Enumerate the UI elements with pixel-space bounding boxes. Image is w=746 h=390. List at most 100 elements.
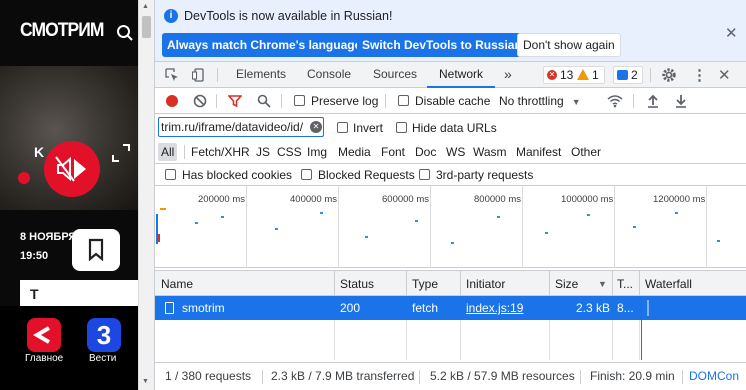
card-text: Т (30, 286, 39, 302)
more-tabs-icon[interactable]: » (504, 62, 512, 88)
import-har-icon[interactable] (646, 94, 660, 108)
third-party-label[interactable]: 3rd-party requests (436, 168, 533, 182)
column-divider[interactable] (612, 271, 613, 297)
type-js[interactable]: JS (256, 145, 270, 159)
column-divider[interactable] (549, 271, 550, 297)
timeline-dot (415, 220, 418, 222)
tab-console[interactable]: Console (307, 62, 351, 88)
timeline-dot (675, 212, 678, 214)
col-type[interactable]: Type (412, 271, 438, 297)
type-all[interactable]: All (158, 143, 178, 161)
app-glavnoe-label[interactable]: Главное (25, 353, 63, 364)
export-har-icon[interactable] (674, 94, 688, 108)
column-divider (549, 320, 550, 360)
clear-icon[interactable] (193, 94, 207, 108)
type-css[interactable]: CSS (277, 145, 302, 159)
more-options-icon[interactable]: ⋮ (692, 66, 707, 84)
warning-icon (577, 69, 589, 80)
has-blocked-cookies-checkbox[interactable] (165, 169, 176, 180)
tab-elements[interactable]: Elements (236, 62, 286, 88)
language-banner: i DevTools is now available in Russian! … (155, 0, 746, 62)
column-divider (639, 320, 640, 360)
filter-icon[interactable] (228, 94, 242, 108)
preserve-log-label[interactable]: Preserve log (311, 94, 378, 108)
page-scrollbar[interactable]: ▲ ▼ (138, 0, 154, 390)
close-devtools-icon[interactable]: ✕ (718, 66, 731, 84)
invert-label[interactable]: Invert (353, 121, 383, 135)
type-ws[interactable]: WS (446, 145, 465, 159)
gear-icon[interactable] (661, 67, 677, 83)
col-initiator[interactable]: Initiator (466, 271, 505, 297)
network-conditions-icon[interactable] (607, 93, 623, 109)
info-icon: i (164, 9, 178, 23)
search-icon[interactable] (257, 94, 271, 108)
record-icon[interactable] (166, 95, 178, 107)
col-size[interactable]: Size (555, 271, 578, 297)
dont-show-again-button[interactable]: Don't show again (517, 33, 621, 57)
network-toolbar: Preserve log Disable cache No throttling… (155, 88, 746, 114)
bookmark-button[interactable] (72, 229, 120, 271)
timeline-bar (160, 208, 166, 210)
column-divider[interactable] (460, 271, 461, 297)
type-fetch-xhr[interactable]: Fetch/XHR (191, 145, 250, 159)
messages-counter[interactable]: 2 (613, 66, 643, 84)
column-divider[interactable] (639, 271, 640, 297)
tab-network[interactable]: Network (427, 62, 496, 88)
timeline-overview[interactable]: 200000 ms 400000 ms 600000 ms 800000 ms … (155, 186, 746, 268)
clear-filter-icon[interactable]: ✕ (310, 121, 322, 133)
type-manifest[interactable]: Manifest (516, 145, 561, 159)
third-party-checkbox[interactable] (419, 169, 430, 180)
inspect-element-icon[interactable] (165, 68, 179, 82)
throttling-select[interactable]: No throttling ▼ (499, 94, 581, 108)
table-row[interactable]: smotrim 200 fetch index.js:19 2.3 kB 8..… (155, 296, 746, 320)
preserve-log-checkbox[interactable] (294, 95, 305, 106)
disable-cache-label[interactable]: Disable cache (415, 94, 490, 108)
switch-devtools-russian-button[interactable]: Switch DevTools to Russian (357, 33, 527, 57)
type-doc[interactable]: Doc (415, 145, 436, 159)
search-icon[interactable] (116, 24, 134, 42)
col-name[interactable]: Name (161, 271, 193, 297)
col-time[interactable]: T... (617, 271, 633, 297)
filter-input[interactable]: trim.ru/iframe/datavideo/id/ ✕ (158, 117, 324, 137)
blocked-requests-checkbox[interactable] (301, 169, 312, 180)
sort-descending-icon: ▼ (598, 279, 607, 289)
tab-sources[interactable]: Sources (373, 62, 417, 88)
fullscreen-icon[interactable] (110, 142, 132, 164)
type-wasm[interactable]: Wasm (473, 145, 507, 159)
column-divider[interactable] (406, 271, 407, 297)
disable-cache-checkbox[interactable] (398, 95, 409, 106)
hide-data-urls-label[interactable]: Hide data URLs (412, 121, 497, 135)
row-initiator-link[interactable]: index.js:19 (466, 296, 523, 320)
has-blocked-cookies-label[interactable]: Has blocked cookies (182, 168, 292, 182)
invert-checkbox[interactable] (337, 122, 348, 133)
resource-type-filter: All Fetch/XHR JS CSS Img Media Font Doc … (155, 140, 746, 164)
col-waterfall[interactable]: Waterfall (645, 271, 692, 297)
content-card[interactable]: Т (20, 280, 138, 306)
play-button[interactable] (44, 141, 100, 197)
type-other[interactable]: Other (571, 145, 601, 159)
app-vesti-icon[interactable]: 3 (87, 318, 121, 352)
type-media[interactable]: Media (338, 145, 371, 159)
column-divider[interactable] (334, 271, 335, 297)
app-vesti-label[interactable]: Вести (89, 353, 116, 364)
type-font[interactable]: Font (381, 145, 405, 159)
col-status[interactable]: Status (340, 271, 374, 297)
issues-counter[interactable]: ✕ 13 1 (543, 66, 605, 84)
scroll-up-icon[interactable]: ▲ (142, 3, 149, 10)
scroll-down-icon[interactable]: ▼ (142, 378, 149, 385)
timeline-gridline (522, 186, 523, 268)
bottom-nav: Главное 3 Вести (0, 306, 138, 390)
blocked-requests-label[interactable]: Blocked Requests (318, 168, 415, 182)
status-divider (580, 370, 581, 384)
type-img[interactable]: Img (307, 145, 327, 159)
site-logo[interactable]: СМОТРИМ (20, 20, 104, 42)
toolbar-divider (216, 94, 217, 108)
hide-data-urls-checkbox[interactable] (396, 122, 407, 133)
device-toolbar-icon[interactable] (192, 68, 206, 82)
app-glavnoe-icon[interactable] (27, 318, 61, 352)
close-icon[interactable]: ✕ (725, 24, 738, 42)
scrollbar-thumb[interactable] (142, 16, 151, 38)
always-match-language-button[interactable]: Always match Chrome's language (162, 33, 367, 57)
status-divider (682, 370, 683, 384)
waterfall-bar (647, 300, 649, 316)
